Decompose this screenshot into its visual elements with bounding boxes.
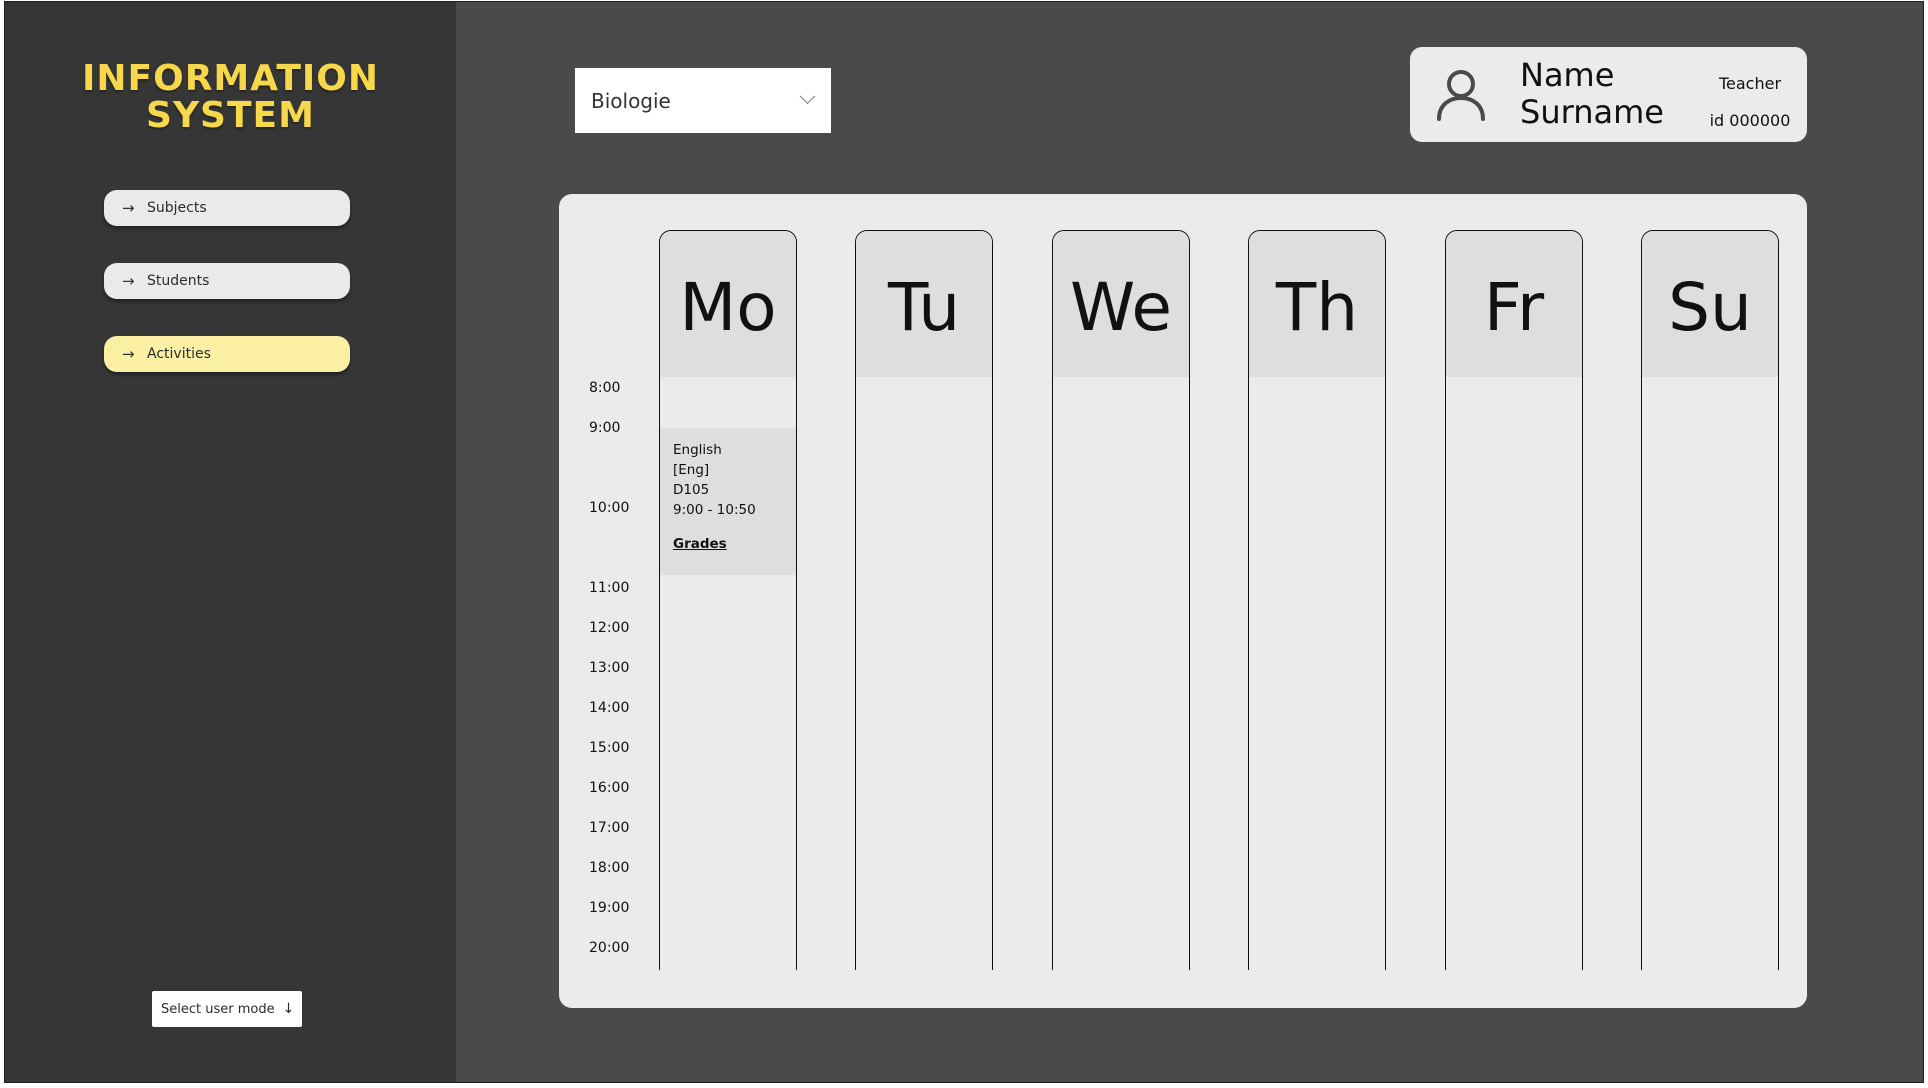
user-avatar-icon <box>1437 70 1485 121</box>
weekly-schedule: 8:00 9:00 10:00 11:00 12:00 13:00 14:00 … <box>559 194 1807 1008</box>
day-header: Tu <box>856 231 992 377</box>
sidebar-item-subjects[interactable]: → Subjects <box>104 190 350 226</box>
select-user-mode-button[interactable]: Select user mode ↓ <box>152 991 302 1027</box>
user-profile-card[interactable]: Name Surname Teacher id 000000 <box>1410 47 1807 142</box>
time-label: 20:00 <box>589 940 630 956</box>
logo-line-2: SYSTEM <box>146 95 315 136</box>
user-role: Teacher <box>1718 74 1782 93</box>
time-label: 17:00 <box>589 820 630 836</box>
day-column-fr: Fr <box>1445 230 1583 970</box>
user-role-block: Teacher id 000000 <box>1695 65 1805 139</box>
grades-link[interactable]: Grades <box>673 534 727 554</box>
app-logo: INFORMATION SYSTEM <box>5 60 456 134</box>
user-mode-label: Select user mode <box>161 1001 275 1017</box>
time-label: 14:00 <box>589 700 630 716</box>
time-label: 11:00 <box>589 580 630 596</box>
user-name: Name Surname <box>1520 57 1664 131</box>
day-column-tu: Tu <box>855 230 993 970</box>
sidebar-item-activities[interactable]: → Activities <box>104 336 350 372</box>
sidebar-item-label: Subjects <box>147 200 207 216</box>
arrow-right-icon: → <box>122 272 135 290</box>
event-subject: English <box>673 442 722 458</box>
sidebar-item-label: Students <box>147 273 210 289</box>
subject-select-value: Biologie <box>591 88 671 113</box>
day-header: Fr <box>1446 231 1582 377</box>
arrow-right-icon: → <box>122 199 135 217</box>
app-window: INFORMATION SYSTEM → Subjects → Students… <box>4 1 1924 1083</box>
time-label: 12:00 <box>589 620 630 636</box>
time-label: 13:00 <box>589 660 630 676</box>
day-header: Su <box>1642 231 1778 377</box>
user-id: id 000000 <box>1709 111 1791 130</box>
subject-select[interactable]: Biologie <box>575 68 831 133</box>
time-label: 15:00 <box>589 740 630 756</box>
time-label: 19:00 <box>589 900 630 916</box>
sidebar-item-label: Activities <box>147 346 211 362</box>
day-column-we: We <box>1052 230 1190 970</box>
logo-line-1: INFORMATION <box>81 58 379 99</box>
chevron-down-icon <box>799 88 816 105</box>
sidebar: INFORMATION SYSTEM → Subjects → Students… <box>5 2 456 1082</box>
day-header: Th <box>1249 231 1385 377</box>
day-column-su: Su <box>1641 230 1779 970</box>
day-column-mo: Mo English [Eng] D105 9:00 - 10:50 Grade… <box>659 230 797 970</box>
time-label: 8:00 <box>589 380 621 396</box>
event-code: [Eng] <box>673 462 710 478</box>
event-time: 9:00 - 10:50 <box>673 502 756 518</box>
day-column-th: Th <box>1248 230 1386 970</box>
time-label: 18:00 <box>589 860 630 876</box>
time-label: 10:00 <box>589 500 630 516</box>
time-label: 9:00 <box>589 420 621 436</box>
arrow-right-icon: → <box>122 345 135 363</box>
day-header: We <box>1053 231 1189 377</box>
user-first-name: Name <box>1520 56 1615 94</box>
sidebar-item-students[interactable]: → Students <box>104 263 350 299</box>
event-room: D105 <box>673 482 710 498</box>
day-header: Mo <box>660 231 796 377</box>
arrow-down-icon: ↓ <box>282 1001 295 1017</box>
schedule-event[interactable]: English [Eng] D105 9:00 - 10:50 Grades <box>660 428 796 575</box>
user-surname: Surname <box>1520 93 1664 131</box>
time-label: 16:00 <box>589 780 630 796</box>
